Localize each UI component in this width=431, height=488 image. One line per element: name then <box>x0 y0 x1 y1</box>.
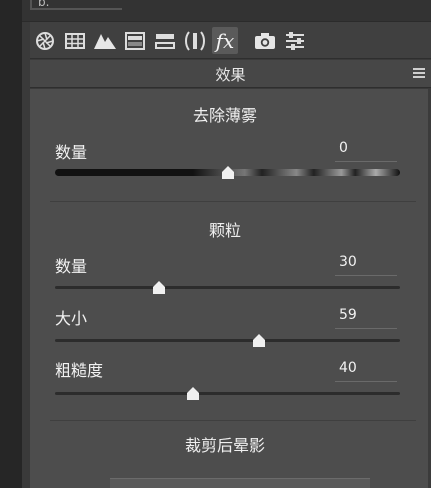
grain-size-slider[interactable] <box>55 339 400 342</box>
lens-correction-icon[interactable] <box>182 27 208 54</box>
grain-amount-thumb[interactable] <box>151 281 167 294</box>
dehaze-value-underline <box>335 161 397 162</box>
panel-toolbar: fx <box>30 22 431 59</box>
mountain-icon[interactable] <box>92 27 118 54</box>
dehaze-amount-label: 数量 <box>55 143 88 162</box>
grain-size-underline <box>335 328 397 329</box>
left-gutter <box>0 0 22 488</box>
panel-menu-icon[interactable] <box>413 68 425 78</box>
hsl-panel-icon[interactable] <box>122 27 148 54</box>
split-tone-icon[interactable] <box>152 27 178 54</box>
dehaze-amount-value[interactable]: 0 <box>339 140 399 156</box>
fx-label: fx <box>215 28 235 53</box>
effects-panel: 去除薄雾 数量 0 颗粒 数量 30 大小 59 粗糙度 40 裁剪后晕影 <box>30 89 431 488</box>
grain-roughness-value[interactable]: 40 <box>339 360 399 376</box>
effects-title: 效果 <box>215 66 246 84</box>
vignette-title: 裁剪后晕影 <box>184 436 265 455</box>
grain-size-thumb[interactable] <box>251 334 267 347</box>
dehaze-slider-thumb[interactable] <box>220 166 236 179</box>
grain-size-value[interactable]: 59 <box>339 307 399 323</box>
grain-size-label: 大小 <box>55 309 88 328</box>
dehaze-title: 去除薄雾 <box>192 106 257 125</box>
grain-roughness-thumb[interactable] <box>185 387 201 400</box>
grain-amount-value[interactable]: 30 <box>339 254 399 270</box>
sliders-icon[interactable] <box>282 27 308 54</box>
grain-amount-slider[interactable] <box>55 286 400 289</box>
grain-roughness-slider[interactable] <box>55 392 400 395</box>
grain-roughness-underline <box>335 381 397 382</box>
fx-icon[interactable]: fx <box>212 27 238 54</box>
grain-amount-underline <box>335 275 397 276</box>
grid-icon[interactable] <box>62 27 88 54</box>
next-control-stub <box>110 478 370 488</box>
grain-title: 颗粒 <box>208 221 241 240</box>
grain-divider <box>50 420 416 421</box>
tab-label: b. <box>38 0 50 9</box>
grain-amount-label: 数量 <box>55 257 88 276</box>
camera-icon[interactable] <box>252 27 278 54</box>
grain-roughness-label: 粗糙度 <box>55 361 104 380</box>
aperture-icon[interactable] <box>32 27 58 54</box>
dehaze-divider <box>50 201 416 202</box>
window-topbar: b. <box>22 0 431 22</box>
effects-header: 效果 <box>30 60 431 88</box>
